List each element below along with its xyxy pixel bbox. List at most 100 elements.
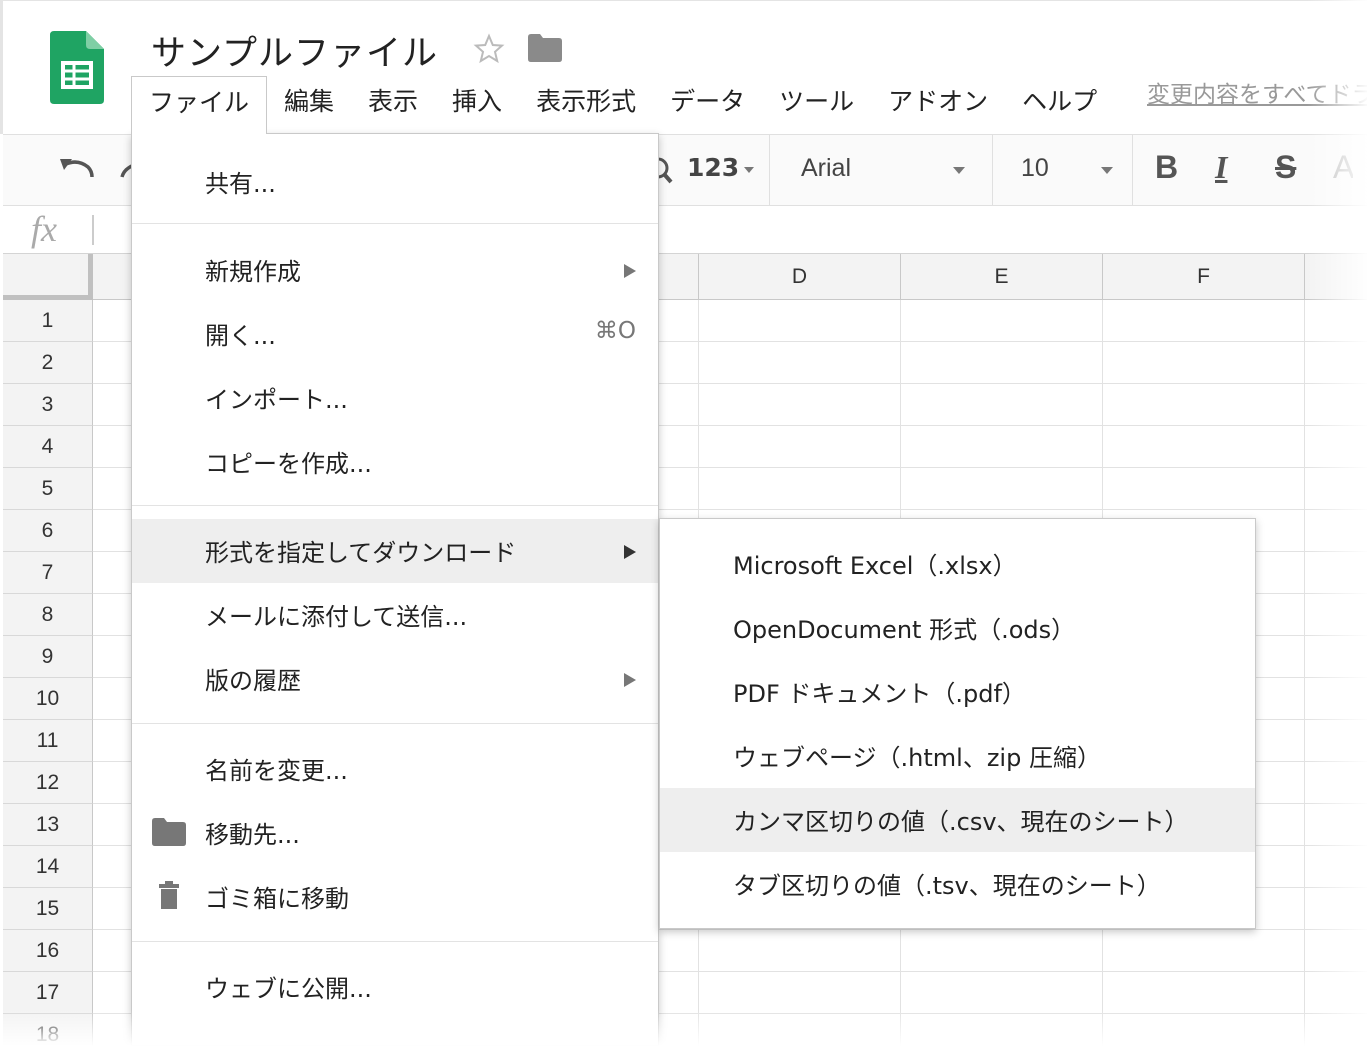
menu-item-label: インポート... [205,386,348,414]
document-title[interactable]: サンプルファイル [151,25,438,76]
column-header[interactable] [1305,254,1367,300]
row-header[interactable]: 16 [3,930,93,972]
menu-item-label: カンマ区切りの値（.csv、現在のシート） [733,808,1189,836]
menu-item-label: ウェブページ（.html、zip 圧縮） [733,744,1101,772]
menu-divider [132,723,658,724]
menu-item-label: タブ区切りの値（.tsv、現在のシート） [733,872,1161,900]
select-all-corner[interactable] [3,254,93,300]
column-header-e[interactable]: E [901,254,1103,300]
formula-divider [92,215,94,245]
download-tsv[interactable]: タブ区切りの値（.tsv、現在のシート） [660,852,1255,916]
menu-item-share[interactable]: 共有... [132,150,658,214]
row-header[interactable]: 3 [3,384,93,426]
grid-column-line [1304,300,1305,1046]
toolbar-divider [1132,135,1133,205]
download-ods[interactable]: OpenDocument 形式（.ods） [660,596,1255,660]
menu-insert[interactable]: 挿入 [435,76,519,132]
undo-icon[interactable] [58,155,96,185]
row-header[interactable]: 12 [3,762,93,804]
menu-divider [132,941,658,942]
text-color-button[interactable]: A [1333,149,1353,186]
menu-item-label: コピーを作成... [205,450,372,478]
row-header[interactable]: 2 [3,342,93,384]
menu-format[interactable]: 表示形式 [519,76,653,132]
download-submenu: Microsoft Excel（.xlsx） OpenDocument 形式（.… [659,518,1256,929]
save-status-link[interactable]: 変更内容をすべてドライブに保存しました [1147,75,1367,109]
column-header-f[interactable]: F [1103,254,1305,300]
number-format-button[interactable]: 123 [687,153,739,182]
star-outline-icon[interactable] [473,33,505,65]
toolbar-divider [992,135,993,205]
menu-item-make-copy[interactable]: コピーを作成... [132,430,658,494]
row-header[interactable]: 14 [3,846,93,888]
row-header[interactable]: 6 [3,510,93,552]
submenu-arrow-icon [624,545,636,559]
menu-file[interactable]: ファイル [131,76,268,134]
font-family-select[interactable]: Arial [801,154,851,183]
google-sheets-logo[interactable] [50,31,104,104]
menu-edit[interactable]: 編集 [267,76,351,132]
column-header-d[interactable]: D [699,254,901,300]
row-header[interactable]: 15 [3,888,93,930]
function-icon: fx [31,209,57,249]
menu-item-label: OpenDocument 形式（.ods） [733,616,1076,644]
menu-tools[interactable]: ツール [762,76,871,132]
menu-item-label: 名前を変更... [205,757,348,785]
menu-data[interactable]: データ [653,76,762,132]
row-header[interactable]: 11 [3,720,93,762]
menu-item-label: ウェブに公開... [205,975,372,1003]
bold-button[interactable]: B [1155,149,1178,186]
toolbar-divider [769,135,770,205]
row-header[interactable]: 10 [3,678,93,720]
row-header[interactable]: 13 [3,804,93,846]
menu-item-label: 版の履歴 [205,667,301,695]
chevron-down-icon [953,167,965,174]
menu-item-label: 新規作成 [205,258,301,286]
download-html[interactable]: ウェブページ（.html、zip 圧縮） [660,724,1255,788]
menu-view[interactable]: 表示 [351,76,435,132]
zoom-icon[interactable] [658,152,674,192]
menu-item-move-to-trash[interactable]: ゴミ箱に移動 [132,865,658,929]
menu-item-label: Microsoft Excel（.xlsx） [733,552,1017,580]
row-header[interactable]: 7 [3,552,93,594]
folder-icon [152,818,186,846]
font-size-select[interactable]: 10 [1021,154,1049,183]
menu-help[interactable]: ヘルプ [1005,76,1114,132]
menu-item-version-history[interactable]: 版の履歴 [132,647,658,711]
menubar: ファイル 編集 表示 挿入 表示形式 データ ツール アドオン ヘルプ [131,76,1114,134]
trash-icon [159,881,179,909]
row-header[interactable]: 9 [3,636,93,678]
menu-item-label: 開く... [205,322,276,350]
row-header[interactable]: 4 [3,426,93,468]
menu-item-label: 形式を指定してダウンロード [205,539,517,567]
menu-item-email-attachment[interactable]: メールに添付して送信... [132,583,658,647]
menu-item-rename[interactable]: 名前を変更... [132,737,658,801]
chevron-down-icon [1101,167,1113,174]
download-xlsx[interactable]: Microsoft Excel（.xlsx） [660,532,1255,596]
menu-item-import[interactable]: インポート... [132,366,658,430]
row-header[interactable]: 17 [3,972,93,1014]
shortcut-label: ⌘O [594,318,636,344]
menu-item-label: 移動先... [205,821,300,849]
submenu-arrow-icon [624,673,636,687]
menu-divider [132,223,658,224]
menu-item-download-as[interactable]: 形式を指定してダウンロード [132,519,658,583]
menu-divider [132,505,658,506]
row-header[interactable]: 8 [3,594,93,636]
menu-item-label: PDF ドキュメント（.pdf） [733,680,1026,708]
row-header[interactable]: 5 [3,468,93,510]
submenu-arrow-icon [624,264,636,278]
row-header[interactable]: 1 [3,300,93,342]
menu-item-open[interactable]: 開く... ⌘O [132,302,658,366]
menu-item-new[interactable]: 新規作成 [132,238,658,302]
menu-item-label: 共有... [205,170,276,198]
download-pdf[interactable]: PDF ドキュメント（.pdf） [660,660,1255,724]
menu-item-publish-to-web[interactable]: ウェブに公開... [132,955,658,1019]
row-header[interactable]: 18 [3,1014,93,1046]
italic-button[interactable]: I [1215,149,1227,186]
menu-addons[interactable]: アドオン [871,76,1005,132]
menu-item-move-to[interactable]: 移動先... [132,801,658,865]
folder-icon[interactable] [528,34,562,62]
strikethrough-button[interactable]: S [1275,149,1296,186]
download-csv[interactable]: カンマ区切りの値（.csv、現在のシート） [660,788,1255,852]
